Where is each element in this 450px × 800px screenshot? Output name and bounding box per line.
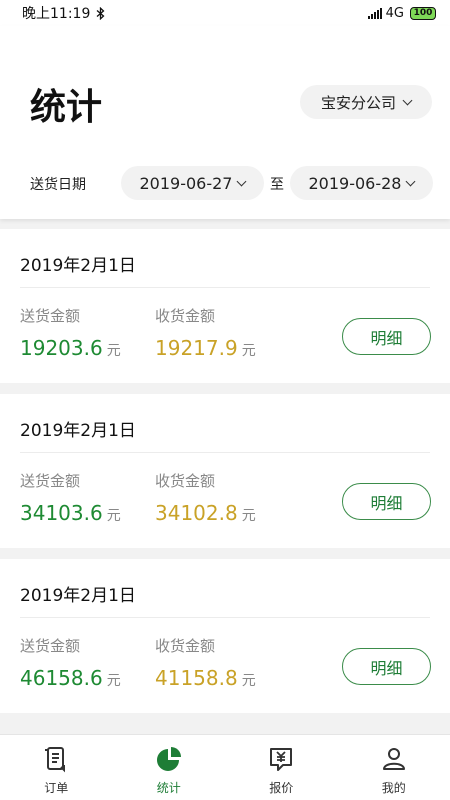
date-to-value: 2019-06-28 (308, 173, 402, 193)
date-separator: 至 (270, 177, 284, 193)
card-divider (20, 287, 430, 288)
status-bar: 晚上11:19 4G 100 (0, 0, 450, 26)
stat-card: 2019年2月1日 送货金额 收货金额 19203.6 元 19217.9 元 明细 (0, 229, 450, 383)
send-amount-value: 46158.6 (20, 666, 103, 690)
chevron-down-icon (406, 176, 416, 186)
receive-amount-label: 收货金额 (155, 307, 216, 325)
battery-icon: 100 (410, 6, 436, 20)
tab-label: 报价 (269, 781, 294, 795)
send-amount: 46158.6 元 (20, 666, 121, 690)
receive-amount: 41158.8 元 (155, 666, 256, 690)
tab-quotes[interactable]: 报价 (225, 735, 338, 800)
date-label: 送货日期 (30, 177, 86, 193)
currency-unit: 元 (241, 673, 256, 689)
date-to-picker[interactable]: 2019-06-28 (290, 166, 433, 200)
currency-unit: 元 (106, 508, 121, 524)
tab-label: 我的 (381, 781, 406, 795)
send-amount-label: 送货金额 (20, 307, 81, 325)
chevron-down-icon (237, 176, 247, 186)
network-type: 4G (385, 5, 404, 21)
tab-stats[interactable]: 统计 (113, 735, 226, 800)
send-amount-label: 送货金额 (20, 472, 81, 490)
receive-amount: 19217.9 元 (155, 336, 256, 360)
page-title: 统计 (30, 87, 103, 128)
receive-amount: 34102.8 元 (155, 501, 256, 525)
tab-label: 统计 (156, 781, 181, 795)
bottom-tab-bar: 订单 统计 报价 我的 (0, 734, 450, 800)
tab-orders[interactable]: 订单 (0, 735, 113, 800)
currency-unit: 元 (106, 673, 121, 689)
company-select-label: 宝安分公司 (320, 93, 396, 112)
pie-chart-icon (156, 747, 181, 771)
receive-amount-value: 34102.8 (155, 501, 238, 525)
card-date: 2019年2月1日 (20, 421, 136, 441)
company-select[interactable]: 宝安分公司 (300, 85, 432, 119)
detail-button[interactable]: 明细 (342, 318, 431, 355)
chevron-down-icon (402, 95, 413, 105)
document-icon (45, 747, 66, 773)
date-from-value: 2019-06-27 (139, 173, 233, 193)
battery-level: 100 (413, 8, 433, 18)
receive-amount-value: 19217.9 (155, 336, 238, 360)
currency-unit: 元 (241, 343, 256, 359)
send-amount-label: 送货金额 (20, 637, 81, 655)
card-date: 2019年2月1日 (20, 586, 136, 606)
stat-card: 2019年2月1日 送货金额 收货金额 34103.6 元 34102.8 元 明细 (0, 394, 450, 548)
detail-button[interactable]: 明细 (342, 483, 431, 520)
send-amount-value: 19203.6 (20, 336, 103, 360)
bluetooth-icon (96, 6, 105, 20)
send-amount: 19203.6 元 (20, 336, 121, 360)
tab-label: 订单 (44, 781, 69, 795)
date-filter: 送货日期 2019-06-27 至 2019-06-28 (0, 166, 450, 200)
currency-unit: 元 (241, 508, 256, 524)
send-amount: 34103.6 元 (20, 501, 121, 525)
yen-price-icon (270, 748, 293, 771)
receive-amount-label: 收货金额 (155, 637, 216, 655)
receive-amount-value: 41158.8 (155, 666, 238, 690)
stats-header: 统计 宝安分公司 送货日期 2019-06-27 至 2019-06-28 (0, 26, 450, 219)
currency-unit: 元 (106, 343, 121, 359)
receive-amount-label: 收货金额 (155, 472, 216, 490)
tab-profile[interactable]: 我的 (338, 735, 450, 800)
user-icon (382, 748, 405, 770)
signal-icon (367, 7, 382, 19)
send-amount-value: 34103.6 (20, 501, 103, 525)
status-time: 晚上11:19 (22, 6, 91, 22)
date-from-picker[interactable]: 2019-06-27 (121, 166, 264, 200)
card-divider (20, 617, 430, 618)
stat-card: 2019年2月1日 送货金额 收货金额 46158.6 元 41158.8 元 明细 (0, 559, 450, 713)
card-divider (20, 452, 430, 453)
card-date: 2019年2月1日 (20, 256, 136, 276)
detail-button[interactable]: 明细 (342, 648, 431, 685)
